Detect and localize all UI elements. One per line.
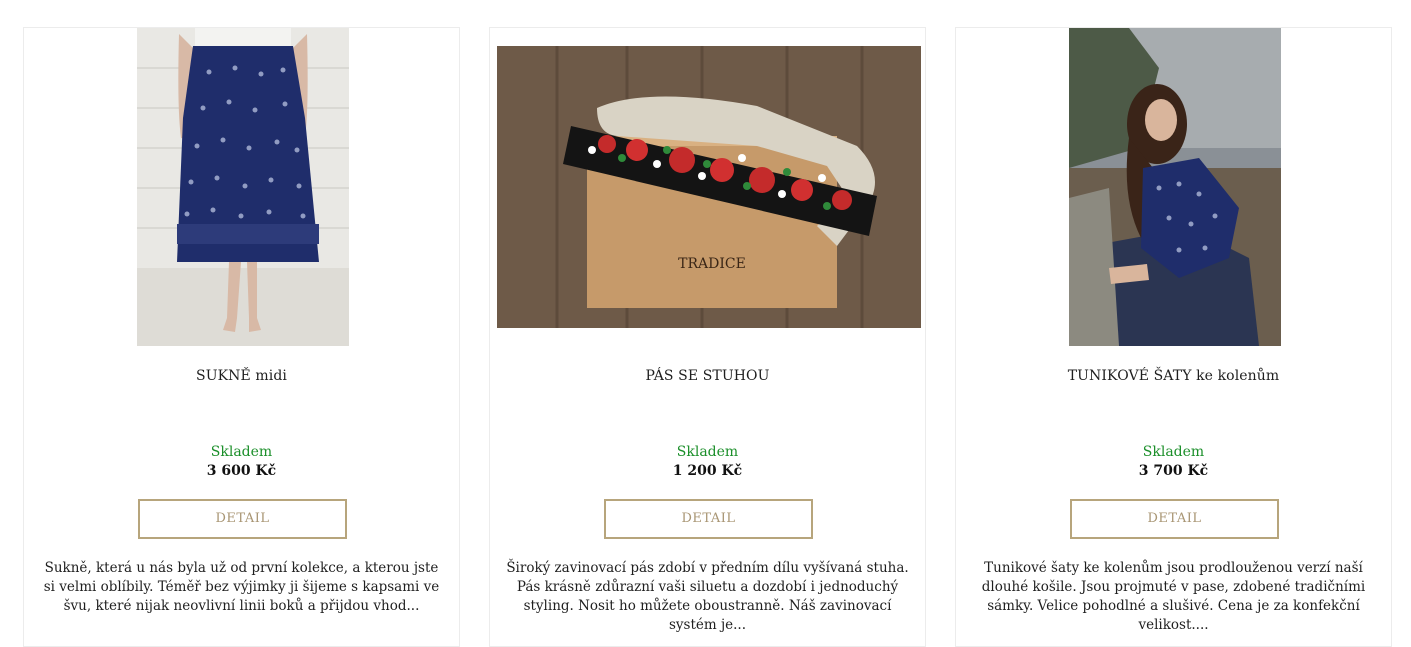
product-image-belt[interactable]: TRADICE <box>497 46 921 328</box>
stock-status: Skladem <box>676 444 739 460</box>
stock-status: Skladem <box>1142 444 1205 460</box>
detail-button[interactable]: DETAIL <box>604 499 813 539</box>
product-description: Široký zavinovací pás zdobí v předním dí… <box>506 560 909 633</box>
product-price: 1 200 Kč <box>672 463 743 479</box>
product-description: Sukně, která u nás byla už od první kole… <box>43 560 440 614</box>
product-price: 3 700 Kč <box>1138 463 1209 479</box>
product-description: Tunikové šaty ke kolenům jsou prodloužen… <box>981 560 1366 633</box>
product-title[interactable]: TUNIKOVÉ ŠATY ke kolenům <box>956 368 1391 384</box>
product-card: TUNIKOVÉ ŠATY ke kolenům Skladem 3 700 K… <box>955 27 1392 647</box>
product-card: TRADICE PÁS SE STUHOU Skladem 1 200 Kč D… <box>489 27 926 647</box>
belt-photo-icon: TRADICE <box>497 46 921 328</box>
product-image-dress[interactable] <box>1069 28 1281 346</box>
detail-button[interactable]: DETAIL <box>1070 499 1279 539</box>
product-title[interactable]: PÁS SE STUHOU <box>490 368 925 384</box>
product-title[interactable]: SUKNĚ midi <box>24 368 459 384</box>
stock-status: Skladem <box>210 444 273 460</box>
box-brand-text: TRADICE <box>678 256 746 272</box>
product-price: 3 600 Kč <box>206 463 277 479</box>
product-card: SUKNĚ midi Skladem 3 600 Kč DETAIL Sukně… <box>23 27 460 647</box>
product-image-skirt[interactable] <box>137 28 349 346</box>
dress-photo-icon <box>1069 28 1281 346</box>
detail-button[interactable]: DETAIL <box>138 499 347 539</box>
skirt-photo-icon <box>137 28 349 346</box>
